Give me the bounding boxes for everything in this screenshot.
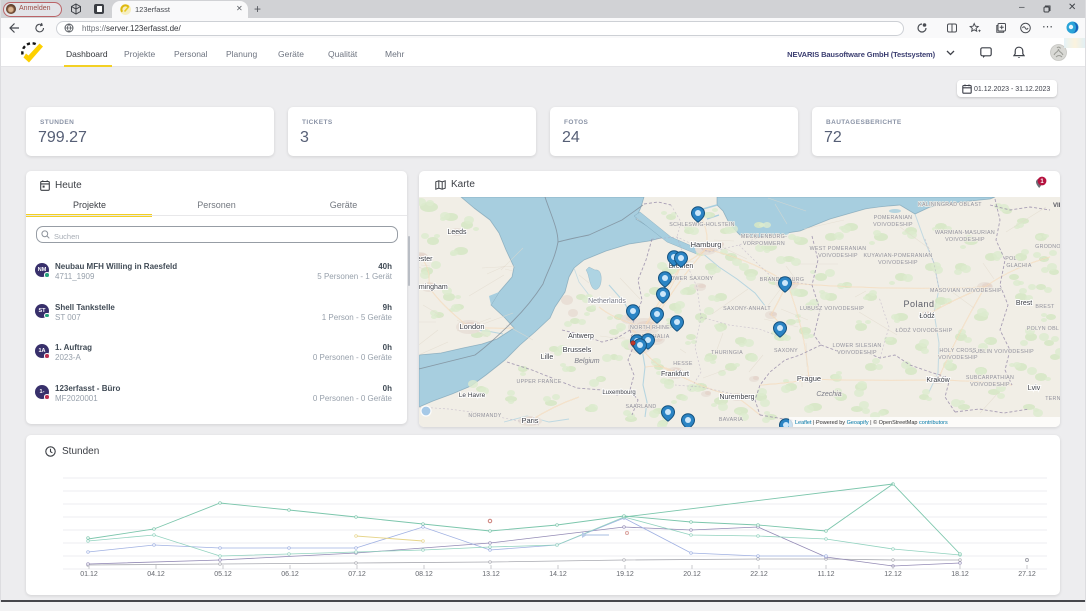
svg-text:Kraków: Kraków [926, 377, 950, 384]
svg-text:01.12: 01.12 [80, 571, 98, 578]
svg-text:05.12: 05.12 [214, 571, 232, 578]
svg-text:22.12: 22.12 [750, 571, 768, 578]
svg-text:UPPER FRANCE: UPPER FRANCE [516, 379, 561, 385]
svg-text:Birmingham: Birmingham [419, 284, 448, 291]
svg-text:VOIVODESHIP: VOIVODESHIP [945, 237, 985, 243]
svg-text:GLACHIA: GLACHIA [1006, 263, 1032, 269]
svg-text:POL: POL [1005, 256, 1017, 262]
svg-text:Netherlands: Netherlands [588, 298, 626, 305]
svg-text:06.12: 06.12 [281, 571, 299, 578]
svg-text:SAXONY-ANHALT: SAXONY-ANHALT [723, 306, 771, 312]
svg-text:SAARLAND: SAARLAND [626, 404, 657, 410]
svg-text:Łódź: Łódź [919, 313, 935, 320]
svg-text:Leaflet | Powered by Geoapify: Leaflet | Powered by Geoapify | © OpenSt… [795, 419, 948, 426]
svg-text:HESSE: HESSE [673, 361, 693, 367]
svg-text:ŁÓDŹ VOIVODESHIP: ŁÓDŹ VOIVODESHIP [896, 327, 953, 334]
svg-text:VII: VII [1053, 203, 1060, 209]
svg-text:LUBUSZ VOIVODESHIP: LUBUSZ VOIVODESHIP [800, 306, 864, 312]
svg-text:12.12: 12.12 [884, 571, 902, 578]
svg-text:VOIVODESHIP: VOIVODESHIP [970, 382, 1010, 388]
svg-text:Leeds: Leeds [447, 229, 467, 236]
svg-text:Lviv: Lviv [1028, 385, 1041, 392]
svg-text:MASOVIAN VOIVODESHIP: MASOVIAN VOIVODESHIP [930, 288, 1002, 294]
svg-text:Paris: Paris [521, 416, 538, 425]
svg-text:04.12: 04.12 [147, 571, 165, 578]
svg-text:19.12: 19.12 [616, 571, 634, 578]
svg-text:Le Havre: Le Havre [459, 392, 486, 399]
svg-text:20.12: 20.12 [683, 571, 701, 578]
svg-text:NORTH RHINE-: NORTH RHINE- [630, 325, 672, 331]
svg-text:14.12: 14.12 [549, 571, 567, 578]
svg-text:Czechia: Czechia [816, 391, 841, 398]
svg-text:London: London [459, 322, 484, 331]
svg-text:11.12: 11.12 [818, 571, 835, 578]
svg-text:KUYAVIAN-POMERANIAN: KUYAVIAN-POMERANIAN [863, 253, 932, 259]
svg-text:SCHLESWIG-HOLSTEIN: SCHLESWIG-HOLSTEIN [669, 222, 734, 228]
svg-text:Antwerp: Antwerp [568, 333, 594, 340]
svg-text:Luxembourg: Luxembourg [602, 390, 635, 396]
svg-text:Brussels: Brussels [563, 345, 592, 354]
svg-text:VOIVODESHIP: VOIVODESHIP [818, 253, 858, 259]
svg-text:07.12: 07.12 [348, 571, 366, 578]
svg-text:VOIVODESHIP: VOIVODESHIP [873, 222, 913, 228]
svg-text:Poland: Poland [903, 299, 934, 309]
svg-text:Belgium: Belgium [574, 358, 599, 365]
svg-text:MECKLENBURG-: MECKLENBURG- [741, 234, 787, 240]
svg-text:SAXONY: SAXONY [774, 348, 798, 354]
svg-text:TERN: TERN [1045, 396, 1060, 402]
svg-text:LOWER SILESIAN: LOWER SILESIAN [833, 343, 882, 349]
svg-text:18.12: 18.12 [951, 571, 969, 578]
svg-text:WEST POMERANIAN: WEST POMERANIAN [810, 246, 867, 252]
svg-text:THURINGIA: THURINGIA [711, 350, 743, 356]
svg-text:WARMIAN-MASURIAN: WARMIAN-MASURIAN [935, 230, 995, 236]
svg-text:13.12: 13.12 [482, 571, 500, 578]
svg-text:POLYN OBL: POLYN OBL [1027, 326, 1059, 332]
svg-text:VOIVODESHIP: VOIVODESHIP [878, 260, 918, 266]
svg-text:Prague: Prague [797, 374, 821, 383]
svg-text:Frankfurt: Frankfurt [661, 371, 689, 378]
svg-text:GRODNO: GRODNO [1035, 244, 1060, 250]
svg-text:BREST: BREST [1035, 304, 1055, 310]
svg-text:NORMANDY: NORMANDY [468, 413, 501, 419]
svg-text:Lille: Lille [541, 354, 554, 361]
svg-text:POMERANIAN: POMERANIAN [874, 215, 913, 221]
svg-text:27.12: 27.12 [1018, 571, 1036, 578]
svg-text:chester: chester [419, 256, 433, 263]
svg-text:LOWER SAXONY: LOWER SAXONY [667, 276, 714, 282]
svg-text:KALININGRAD OBLAST: KALININGRAD OBLAST [918, 202, 982, 208]
svg-text:BAVARIA: BAVARIA [719, 417, 743, 423]
svg-text:VOIVODESHIP: VOIVODESHIP [938, 355, 978, 361]
svg-text:08.12: 08.12 [415, 571, 433, 578]
svg-text:HOLY CROSS: HOLY CROSS [939, 348, 976, 354]
svg-text:VOIVODESHIP: VOIVODESHIP [837, 350, 877, 356]
svg-text:Brest: Brest [1016, 300, 1032, 307]
svg-text:SUBCARPATHIAN: SUBCARPATHIAN [966, 375, 1014, 381]
svg-text:LUBLIN VOIVODESHIP: LUBLIN VOIVODESHIP [972, 349, 1034, 355]
svg-text:Hamburg: Hamburg [691, 240, 722, 249]
svg-text:Nuremberg: Nuremberg [719, 394, 754, 401]
svg-text:VORPOMMERN: VORPOMMERN [743, 241, 785, 247]
